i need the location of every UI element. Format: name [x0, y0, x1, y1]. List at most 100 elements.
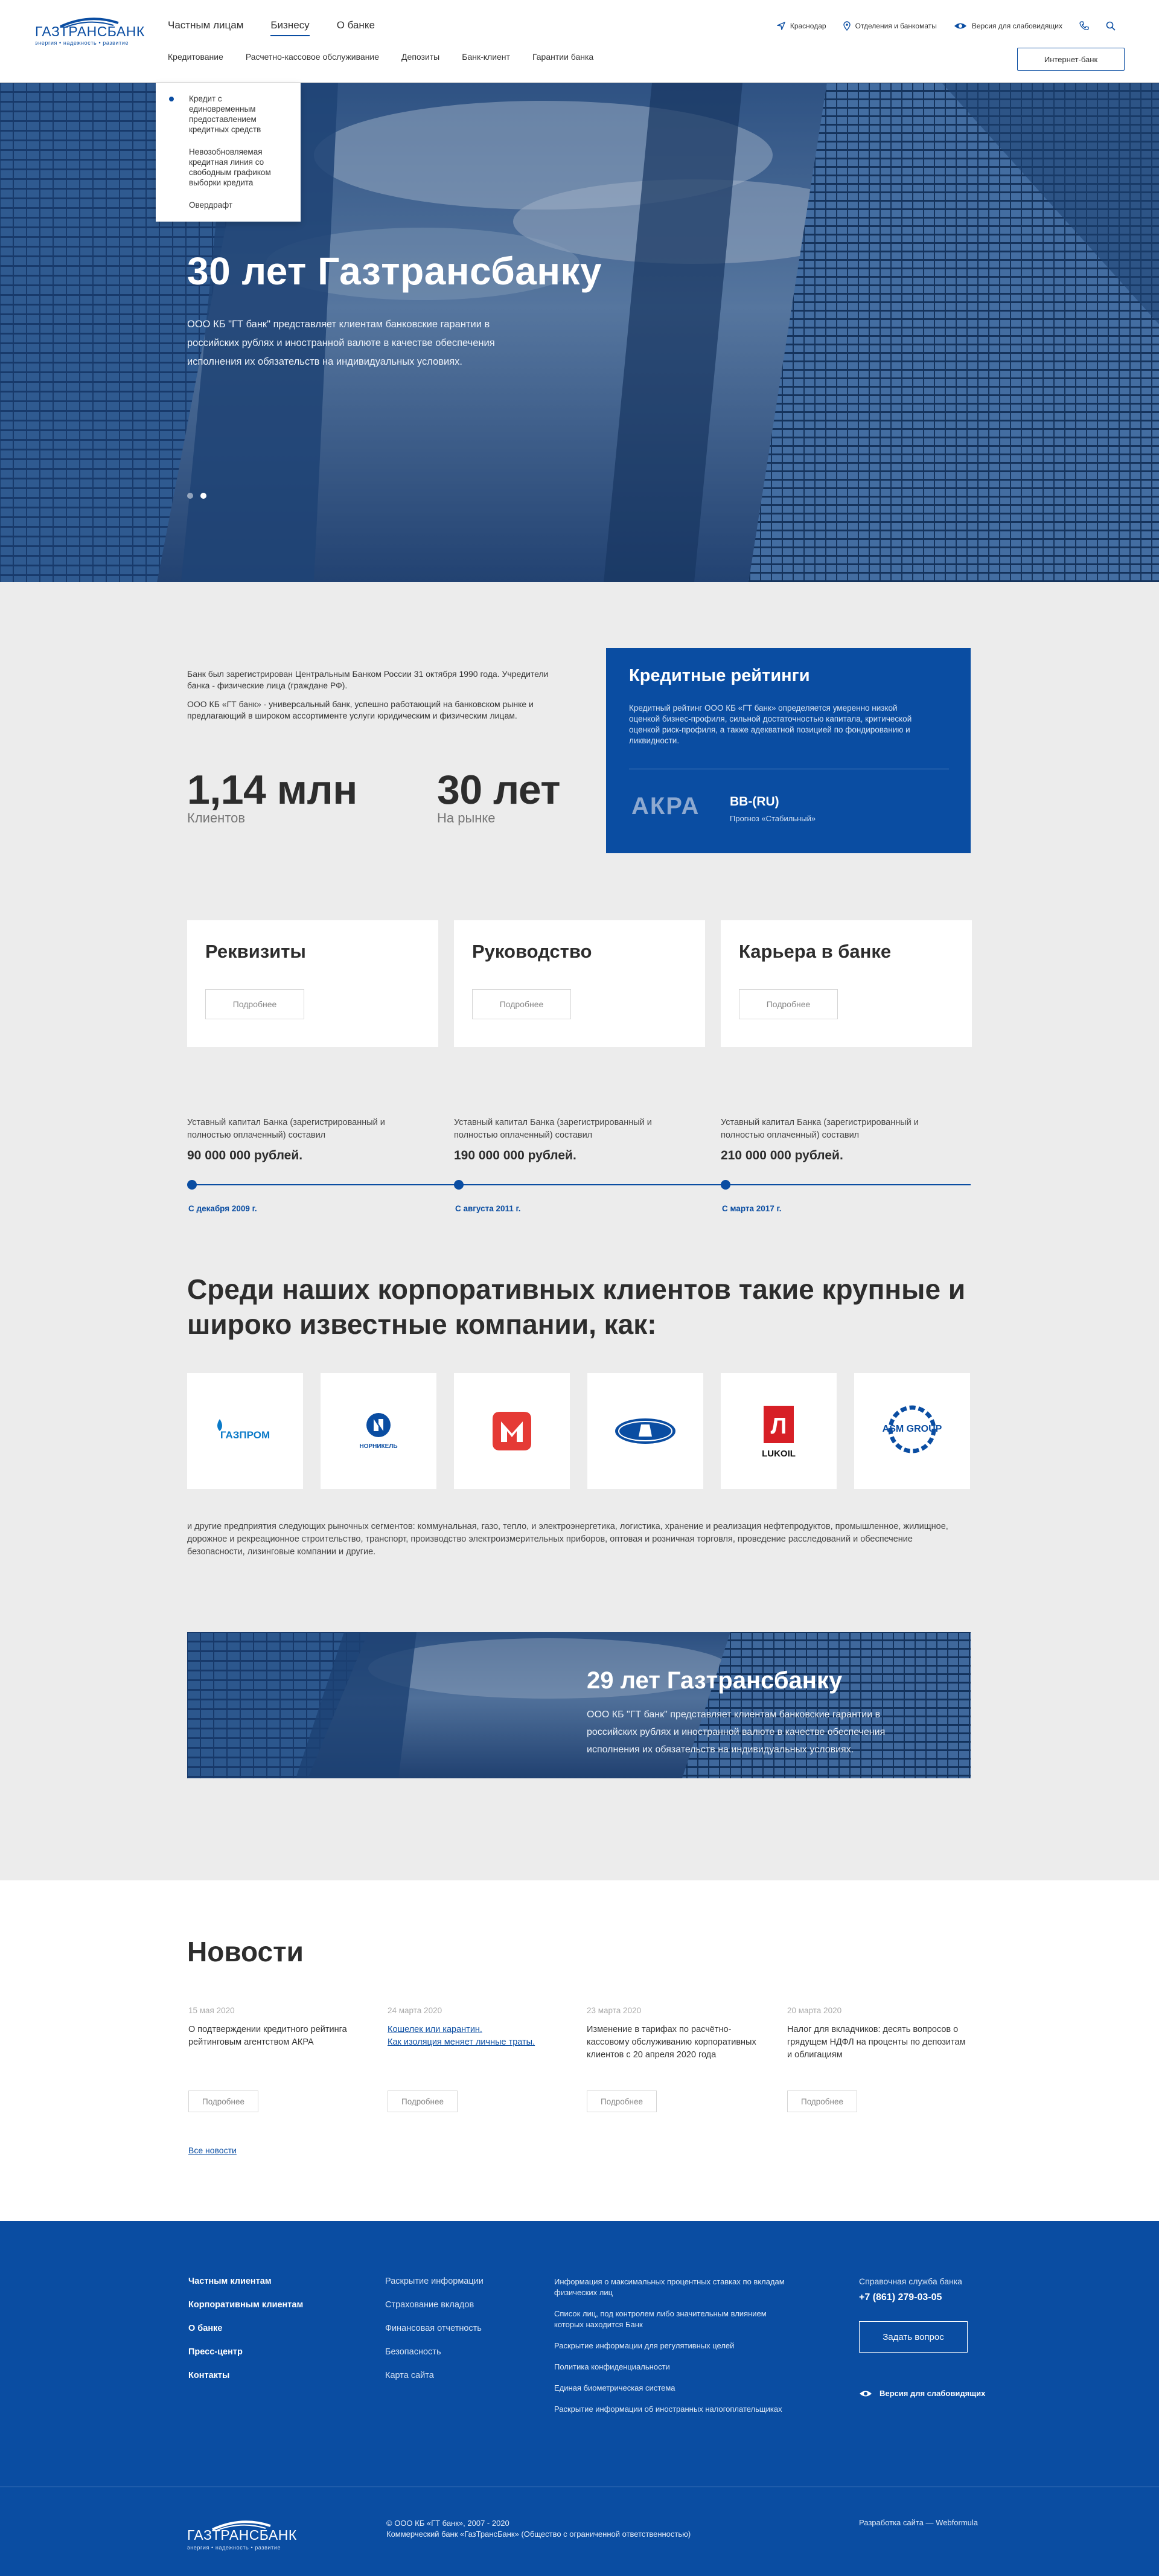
footer-logo[interactable]: ГАЗТРАНСБАНК энергия • надежность • разв… [187, 2520, 297, 2551]
all-news-link[interactable]: Все новости [188, 2145, 237, 2155]
svg-text:Л: Л [771, 1414, 787, 1439]
rating-forecast: Прогноз «Стабильный» [730, 814, 816, 823]
help-phone[interactable]: +7 (861) 279-03-05 [859, 2292, 985, 2303]
news-item-3: 23 марта 2020 Изменение в тарифах по рас… [587, 2006, 768, 2112]
accessibility-link[interactable]: Версия для слабовидящих [954, 22, 1062, 30]
nav-about[interactable]: О банке [337, 19, 375, 36]
news-section [0, 1880, 1159, 2221]
news-item-2: 24 марта 2020 Кошелек или карантин. Как … [388, 2006, 569, 2112]
news-link[interactable]: Как изоляция меняет личные траты. [388, 2036, 569, 2049]
stat-clients-value: 1,14 млн [187, 767, 357, 813]
footer-copyright: © ООО КБ «ГТ банк», 2007 - 2020 Коммерче… [386, 2518, 691, 2540]
footer-link-sitemap[interactable]: Карта сайта [385, 2371, 484, 2380]
timeline-date-2: С августа 2011 г. [455, 1204, 521, 1213]
developer-link[interactable]: Разработка сайта — Webformula [859, 2518, 978, 2527]
legal-name-text: Коммерческий банк «ГазТрансБанк» (Общест… [386, 2530, 691, 2539]
footer-disclosure-links: Информация о максимальных процентных ста… [554, 2276, 796, 2425]
logo[interactable]: ГАЗТРАНСБАНК энергия • надежность • разв… [35, 17, 144, 46]
stat-clients: 1,14 млн Клиентов [187, 766, 357, 826]
footer-link-regulatory[interactable]: Раскрытие информации для регулятивных це… [554, 2341, 796, 2351]
footer-link-rates[interactable]: Информация о максимальных процентных ста… [554, 2276, 796, 2298]
timeline-dot-3 [721, 1180, 730, 1190]
timeline-text-2: Уставный капитал Банка (зарегистрированн… [454, 1118, 652, 1140]
sub-nav: Кредитование Расчетно-кассовое обслужива… [168, 52, 593, 62]
logo-tagline: энергия • надежность • развитие [35, 40, 129, 46]
phone-icon [1079, 21, 1089, 30]
card-career-button[interactable]: Подробнее [739, 989, 838, 1019]
news-link[interactable]: Кошелек или карантин. [388, 2023, 569, 2036]
nav-private[interactable]: Частным лицам [168, 19, 243, 36]
credit-ratings-panel: Кредитные рейтинги Кредитный рейтинг ООО… [606, 648, 971, 853]
timeline-text-1: Уставный капитал Банка (зарегистрированн… [187, 1118, 385, 1140]
timeline-line [192, 1184, 971, 1185]
card-management-button[interactable]: Подробнее [472, 989, 571, 1019]
banner-title: 29 лет Газтрансбанку [587, 1667, 843, 1694]
dropdown-item-one-time-credit[interactable]: Кредит с единовременным предоставлением … [169, 94, 287, 135]
footer-link-press[interactable]: Пресс-центр [188, 2347, 303, 2357]
news-date: 20 марта 2020 [787, 2006, 842, 2015]
slider-dot-2[interactable] [200, 493, 206, 499]
anniversary-banner[interactable]: 29 лет Газтрансбанку ООО КБ "ГТ банк" пр… [187, 1632, 971, 1778]
footer-link-biometrics[interactable]: Единая биометрическая система [554, 2383, 796, 2394]
footer-link-corporate[interactable]: Корпоративным клиентам [188, 2300, 303, 2310]
footer-logo-name: ГАЗТРАНСБАНК [187, 2527, 297, 2543]
footer-link-insurance[interactable]: Страхование вкладов [385, 2300, 484, 2310]
subnav-deposits[interactable]: Депозиты [401, 52, 439, 62]
footer-link-about[interactable]: О банке [188, 2324, 303, 2333]
lukoil-logo: Л LUKOIL [721, 1373, 837, 1489]
footer-link-foreign-tax[interactable]: Раскрытие информации об иностранных нало… [554, 2404, 796, 2415]
dropdown-item-overdraft[interactable]: Овердрафт [189, 200, 287, 210]
news-more-button[interactable]: Подробнее [787, 2091, 857, 2112]
nav-business[interactable]: Бизнесу [270, 19, 310, 36]
timeline-value-2: 190 000 000 рублей. [454, 1149, 576, 1162]
search-icon [1106, 21, 1116, 31]
footer-link-reports[interactable]: Финансовая отчетность [385, 2324, 484, 2333]
timeline-value-3: 210 000 000 рублей. [721, 1149, 843, 1162]
nornickel-logo: НОРНИКЕЛЬ [321, 1373, 436, 1489]
news-more-button[interactable]: Подробнее [188, 2091, 258, 2112]
eye-icon [860, 2391, 872, 2396]
city-selector[interactable]: Краснодар [776, 22, 826, 30]
gazprom-logo: ГАЗПРОМ [187, 1373, 303, 1489]
timeline-dot-1 [187, 1180, 197, 1190]
branches-link[interactable]: Отделения и банкоматы [843, 21, 937, 31]
footer-accessibility-label: Версия для слабовидящих [880, 2389, 986, 2398]
stat-years-value: 30 лет [437, 767, 561, 813]
about-text: Банк был зарегистрирован Центральным Бан… [187, 668, 561, 729]
slider-dots [187, 493, 206, 499]
footer-link-private[interactable]: Частным клиентам [188, 2276, 303, 2286]
news-more-button[interactable]: Подробнее [587, 2091, 657, 2112]
footer-link-owners[interactable]: Список лиц, под контролем либо значитель… [554, 2308, 796, 2330]
map-pin-icon [843, 21, 851, 31]
timeline-date-3: С марта 2017 г. [722, 1204, 782, 1213]
timeline-date-1: С декабря 2009 г. [188, 1204, 257, 1213]
slider-dot-1[interactable] [187, 493, 193, 499]
card-management-title: Руководство [472, 941, 592, 962]
clients-segments-text: и другие предприятия следующих рыночных … [187, 1522, 948, 1557]
subnav-guarantees[interactable]: Гарантии банка [532, 52, 593, 62]
client-logos: ГАЗПРОМ НОРНИКЕЛЬ Л LUKOIL ASM GROUP [187, 1373, 970, 1489]
card-requisites-button[interactable]: Подробнее [205, 989, 304, 1019]
lada-logo [587, 1373, 703, 1489]
dropdown-item-credit-line[interactable]: Невозобновляемая кредитная линия со своб… [189, 147, 287, 188]
footer-link-privacy[interactable]: Политика конфиденциальности [554, 2362, 796, 2373]
svg-text:НОРНИКЕЛЬ: НОРНИКЕЛЬ [359, 1443, 397, 1450]
subnav-credit[interactable]: Кредитование [168, 52, 223, 62]
footer-link-disclosure[interactable]: Раскрытие информации [385, 2276, 484, 2286]
subnav-cash[interactable]: Расчетно-кассовое обслуживание [246, 52, 379, 62]
internet-bank-button[interactable]: Интернет-банк [1017, 48, 1125, 71]
news-more-button[interactable]: Подробнее [388, 2091, 458, 2112]
svg-text:ГАЗПРОМ: ГАЗПРОМ [220, 1429, 270, 1441]
hero-text: ООО КБ "ГТ банк" представляет клиентам б… [187, 319, 495, 367]
footer-accessibility-link[interactable]: Версия для слабовидящих [859, 2389, 985, 2398]
banner-text: ООО КБ "ГТ банк" представляет клиентам б… [587, 1709, 886, 1755]
search-button[interactable] [1106, 21, 1116, 31]
magnit-logo [454, 1373, 570, 1489]
footer-link-contacts[interactable]: Контакты [188, 2371, 303, 2380]
subnav-bank-client[interactable]: Банк-клиент [462, 52, 510, 62]
eye-icon [954, 23, 966, 29]
ask-question-button[interactable]: Задать вопрос [859, 2321, 968, 2353]
phone-button[interactable] [1079, 21, 1089, 31]
timeline-value-1: 90 000 000 рублей. [187, 1149, 303, 1162]
footer-link-security[interactable]: Безопасность [385, 2347, 484, 2357]
